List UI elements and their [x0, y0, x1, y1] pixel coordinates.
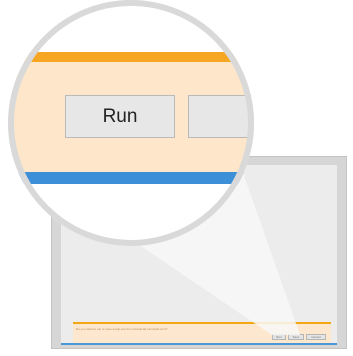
illustration: Do you want to run or save setup.exe fro… — [0, 0, 353, 356]
magnifier-ring — [8, 0, 254, 246]
